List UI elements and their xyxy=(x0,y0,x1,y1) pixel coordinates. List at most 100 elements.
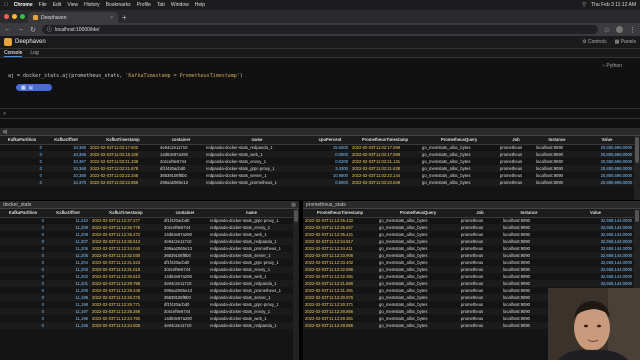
table-cell[interactable]: prometheus xyxy=(459,280,501,287)
table-cell[interactable]: go_memstats_alloc_bytes xyxy=(420,165,498,172)
browser-tab-deephaven[interactable]: Deephaven × xyxy=(28,12,118,23)
table-row[interactable]: 0 10,370 2022-02-03T11:02:22.859 299aa2065e… xyxy=(0,179,634,186)
table-row[interactable]: 0 11,199 2022-02-03T11:12:26.276 36839108f8… xyxy=(0,294,295,301)
column-header[interactable]: container xyxy=(158,136,204,145)
table-cell[interactable]: 11,207 xyxy=(46,238,90,245)
table-cell[interactable]: 2022-02-03T11:12:25.266 xyxy=(90,308,162,315)
table-cell[interactable]: 2022-02-03T11:12:35.513 xyxy=(90,238,162,245)
table-cell[interactable]: 14d63e87a290 xyxy=(162,273,208,280)
table-cell[interactable]: 2022-02-03T11:12:24.005 xyxy=(90,322,162,329)
table-cell[interactable]: prometheus xyxy=(459,245,501,252)
table-cell[interactable]: 0 xyxy=(0,245,46,252)
bookmark-star-icon[interactable]: ☆ xyxy=(604,26,610,34)
table-cell[interactable]: redpanda-docker-stats_envoy_1 xyxy=(208,308,295,315)
table-row[interactable]: 0 11,195 2022-02-03T11:12:24.005 4e94c2e117… xyxy=(0,322,295,329)
table-cell[interactable]: prometheus xyxy=(459,252,501,259)
table-cell[interactable]: 0.0000 xyxy=(310,151,350,158)
table-cell[interactable]: prometheus xyxy=(459,231,501,238)
table-cell[interactable]: 2022-02-03T11:12:30.371 xyxy=(303,301,377,308)
table-cell[interactable]: 0 xyxy=(0,238,46,245)
table-cell[interactable]: 2022-02-03T11:12:29.866 xyxy=(303,308,377,315)
table-cell[interactable]: 2022-02-03T11:12:28.248 xyxy=(90,287,162,294)
table-cell[interactable]: go_memstats_alloc_bytes xyxy=(377,252,459,259)
zoom-window-icon[interactable] xyxy=(20,14,25,19)
table-cell[interactable]: prometheus xyxy=(498,165,534,172)
table-cell[interactable]: prometheus xyxy=(498,144,534,151)
menu-profile[interactable]: Profile xyxy=(137,2,151,8)
table-cell[interactable]: localhost:9090 xyxy=(501,252,557,259)
column-header[interactable]: cpuPercent xyxy=(310,136,350,145)
table-cell[interactable]: 0 xyxy=(0,165,44,172)
table-row[interactable]: 0 11,200 2022-02-03T11:12:28.248 299aa2065e… xyxy=(0,287,295,294)
table-cell[interactable]: go_memstats_alloc_bytes xyxy=(420,144,498,151)
table-cell[interactable]: redpanda-docker-stats_grpc-proxy_1 xyxy=(208,301,295,308)
table-row[interactable]: 0 11,209 2022-02-03T11:12:36.776 3c6cef9e67… xyxy=(0,224,295,231)
aj-panel-title[interactable]: aj xyxy=(0,128,640,136)
table-cell[interactable]: prometheus xyxy=(498,151,534,158)
docker-panel-title[interactable]: docker_stats ▦ xyxy=(0,201,299,209)
panel-menu-icon[interactable]: ▦ xyxy=(291,202,296,208)
table-cell[interactable]: prometheus xyxy=(459,224,501,231)
table-cell[interactable]: go_memstats_alloc_bytes xyxy=(377,287,459,294)
forward-icon[interactable]: → xyxy=(17,26,24,33)
table-cell[interactable]: 20,860,696.0000 xyxy=(580,172,634,179)
table-cell[interactable]: prometheus xyxy=(459,259,501,266)
table-cell[interactable]: go_memstats_alloc_bytes xyxy=(377,301,459,308)
table-cell[interactable]: go_memstats_alloc_bytes xyxy=(377,322,459,329)
table-cell[interactable]: 3c6cef9e6744 xyxy=(158,158,204,165)
table-cell[interactable]: 2022-02-03T11:02:17.599 xyxy=(350,151,420,158)
table-cell[interactable]: 2022-02-03T11:12:35.927 xyxy=(303,224,377,231)
aj-scrollbar[interactable] xyxy=(634,136,640,200)
table-cell[interactable]: 11,205 xyxy=(46,252,90,259)
prometheus-panel-title[interactable]: prometheus_stats xyxy=(303,201,640,209)
back-icon[interactable]: ← xyxy=(4,26,11,33)
table-cell[interactable]: redpanda-docker-stats_redpanda_1 xyxy=(204,144,310,151)
table-cell[interactable]: redpanda-docker-stats_grpc-proxy_1 xyxy=(204,165,310,172)
table-row[interactable]: 0 11,197 2022-02-03T11:12:25.266 3c6cef9e67… xyxy=(0,308,295,315)
table-cell[interactable]: 0 xyxy=(0,259,46,266)
table-cell[interactable]: 0 xyxy=(0,217,46,224)
column-header[interactable]: Job xyxy=(498,136,534,145)
table-cell[interactable]: 2022-02-03T11:02:21.131 xyxy=(350,158,420,165)
table-cell[interactable]: prometheus xyxy=(459,266,501,273)
table-cell[interactable]: redpanda-docker-stats_server_1 xyxy=(204,172,310,179)
table-cell[interactable]: 11,195 xyxy=(46,322,90,329)
table-cell[interactable]: localhost:9090 xyxy=(534,144,580,151)
table-cell[interactable]: 2022-02-03T11:12:33.402 xyxy=(303,259,377,266)
table-cell[interactable]: 11,208 xyxy=(46,231,90,238)
table-cell[interactable]: 0 xyxy=(0,144,44,151)
table-cell[interactable]: redpanda-docker-stats_server_1 xyxy=(208,252,295,259)
table-cell[interactable]: 32,659,144.0000 xyxy=(557,252,634,259)
table-cell[interactable]: 4e94c2e11710 xyxy=(162,280,208,287)
aj-table[interactable]: KafkaPartition KafkaOffset KafkaTimestamp c… xyxy=(0,136,634,186)
table-cell[interactable]: localhost:9090 xyxy=(534,179,580,186)
open-aj-table-button[interactable]: ▦ aj xyxy=(16,84,52,91)
table-cell[interactable]: go_memstats_alloc_bytes xyxy=(420,151,498,158)
table-row[interactable]: 0 11,205 2022-02-03T11:12:32.030 36839108f8… xyxy=(0,252,295,259)
column-header[interactable]: Job xyxy=(459,209,501,218)
table-cell[interactable]: 2022-02-03T11:02:21.336 xyxy=(88,158,158,165)
table-cell[interactable]: 32,659,144.0000 xyxy=(557,245,634,252)
table-cell[interactable]: 2022-02-03T11:12:25.771 xyxy=(90,301,162,308)
table-cell[interactable]: 0 xyxy=(0,280,46,287)
table-cell[interactable]: 2022-02-03T11:02:22.345 xyxy=(88,172,158,179)
table-row[interactable]: 2022-02-03T11:12:35.421 go_memstats_alloc… xyxy=(303,231,634,238)
table-cell[interactable]: 0 xyxy=(0,273,46,280)
table-cell[interactable]: 2022-02-03T11:02:17.602 xyxy=(88,144,158,151)
table-cell[interactable]: localhost:9090 xyxy=(501,224,557,231)
table-cell[interactable]: 0 xyxy=(0,224,46,231)
table-cell[interactable]: prometheus xyxy=(498,158,534,165)
table-cell[interactable]: redpanda-docker-stats_web_1 xyxy=(208,315,295,322)
table-cell[interactable]: 2022-02-03T11:12:34.040 xyxy=(90,245,162,252)
table-cell[interactable]: 3c6cef9e6744 xyxy=(162,308,208,315)
table-cell[interactable]: 32,659,144.0000 xyxy=(557,280,634,287)
table-cell[interactable]: prometheus xyxy=(459,287,501,294)
table-cell[interactable]: 3c6cef9e6744 xyxy=(162,266,208,273)
column-header[interactable]: PrometheusQuery xyxy=(377,209,459,218)
table-cell[interactable]: 2022-02-03T11:12:31.886 xyxy=(303,280,377,287)
browser-menu-icon[interactable]: ⋮ xyxy=(629,26,636,34)
table-cell[interactable]: go_memstats_alloc_bytes xyxy=(377,280,459,287)
table-cell[interactable]: 2022-02-03T11:02:22.649 xyxy=(350,179,420,186)
table-cell[interactable]: 299aa2065e13 xyxy=(162,287,208,294)
table-cell[interactable]: 0 xyxy=(0,315,46,322)
